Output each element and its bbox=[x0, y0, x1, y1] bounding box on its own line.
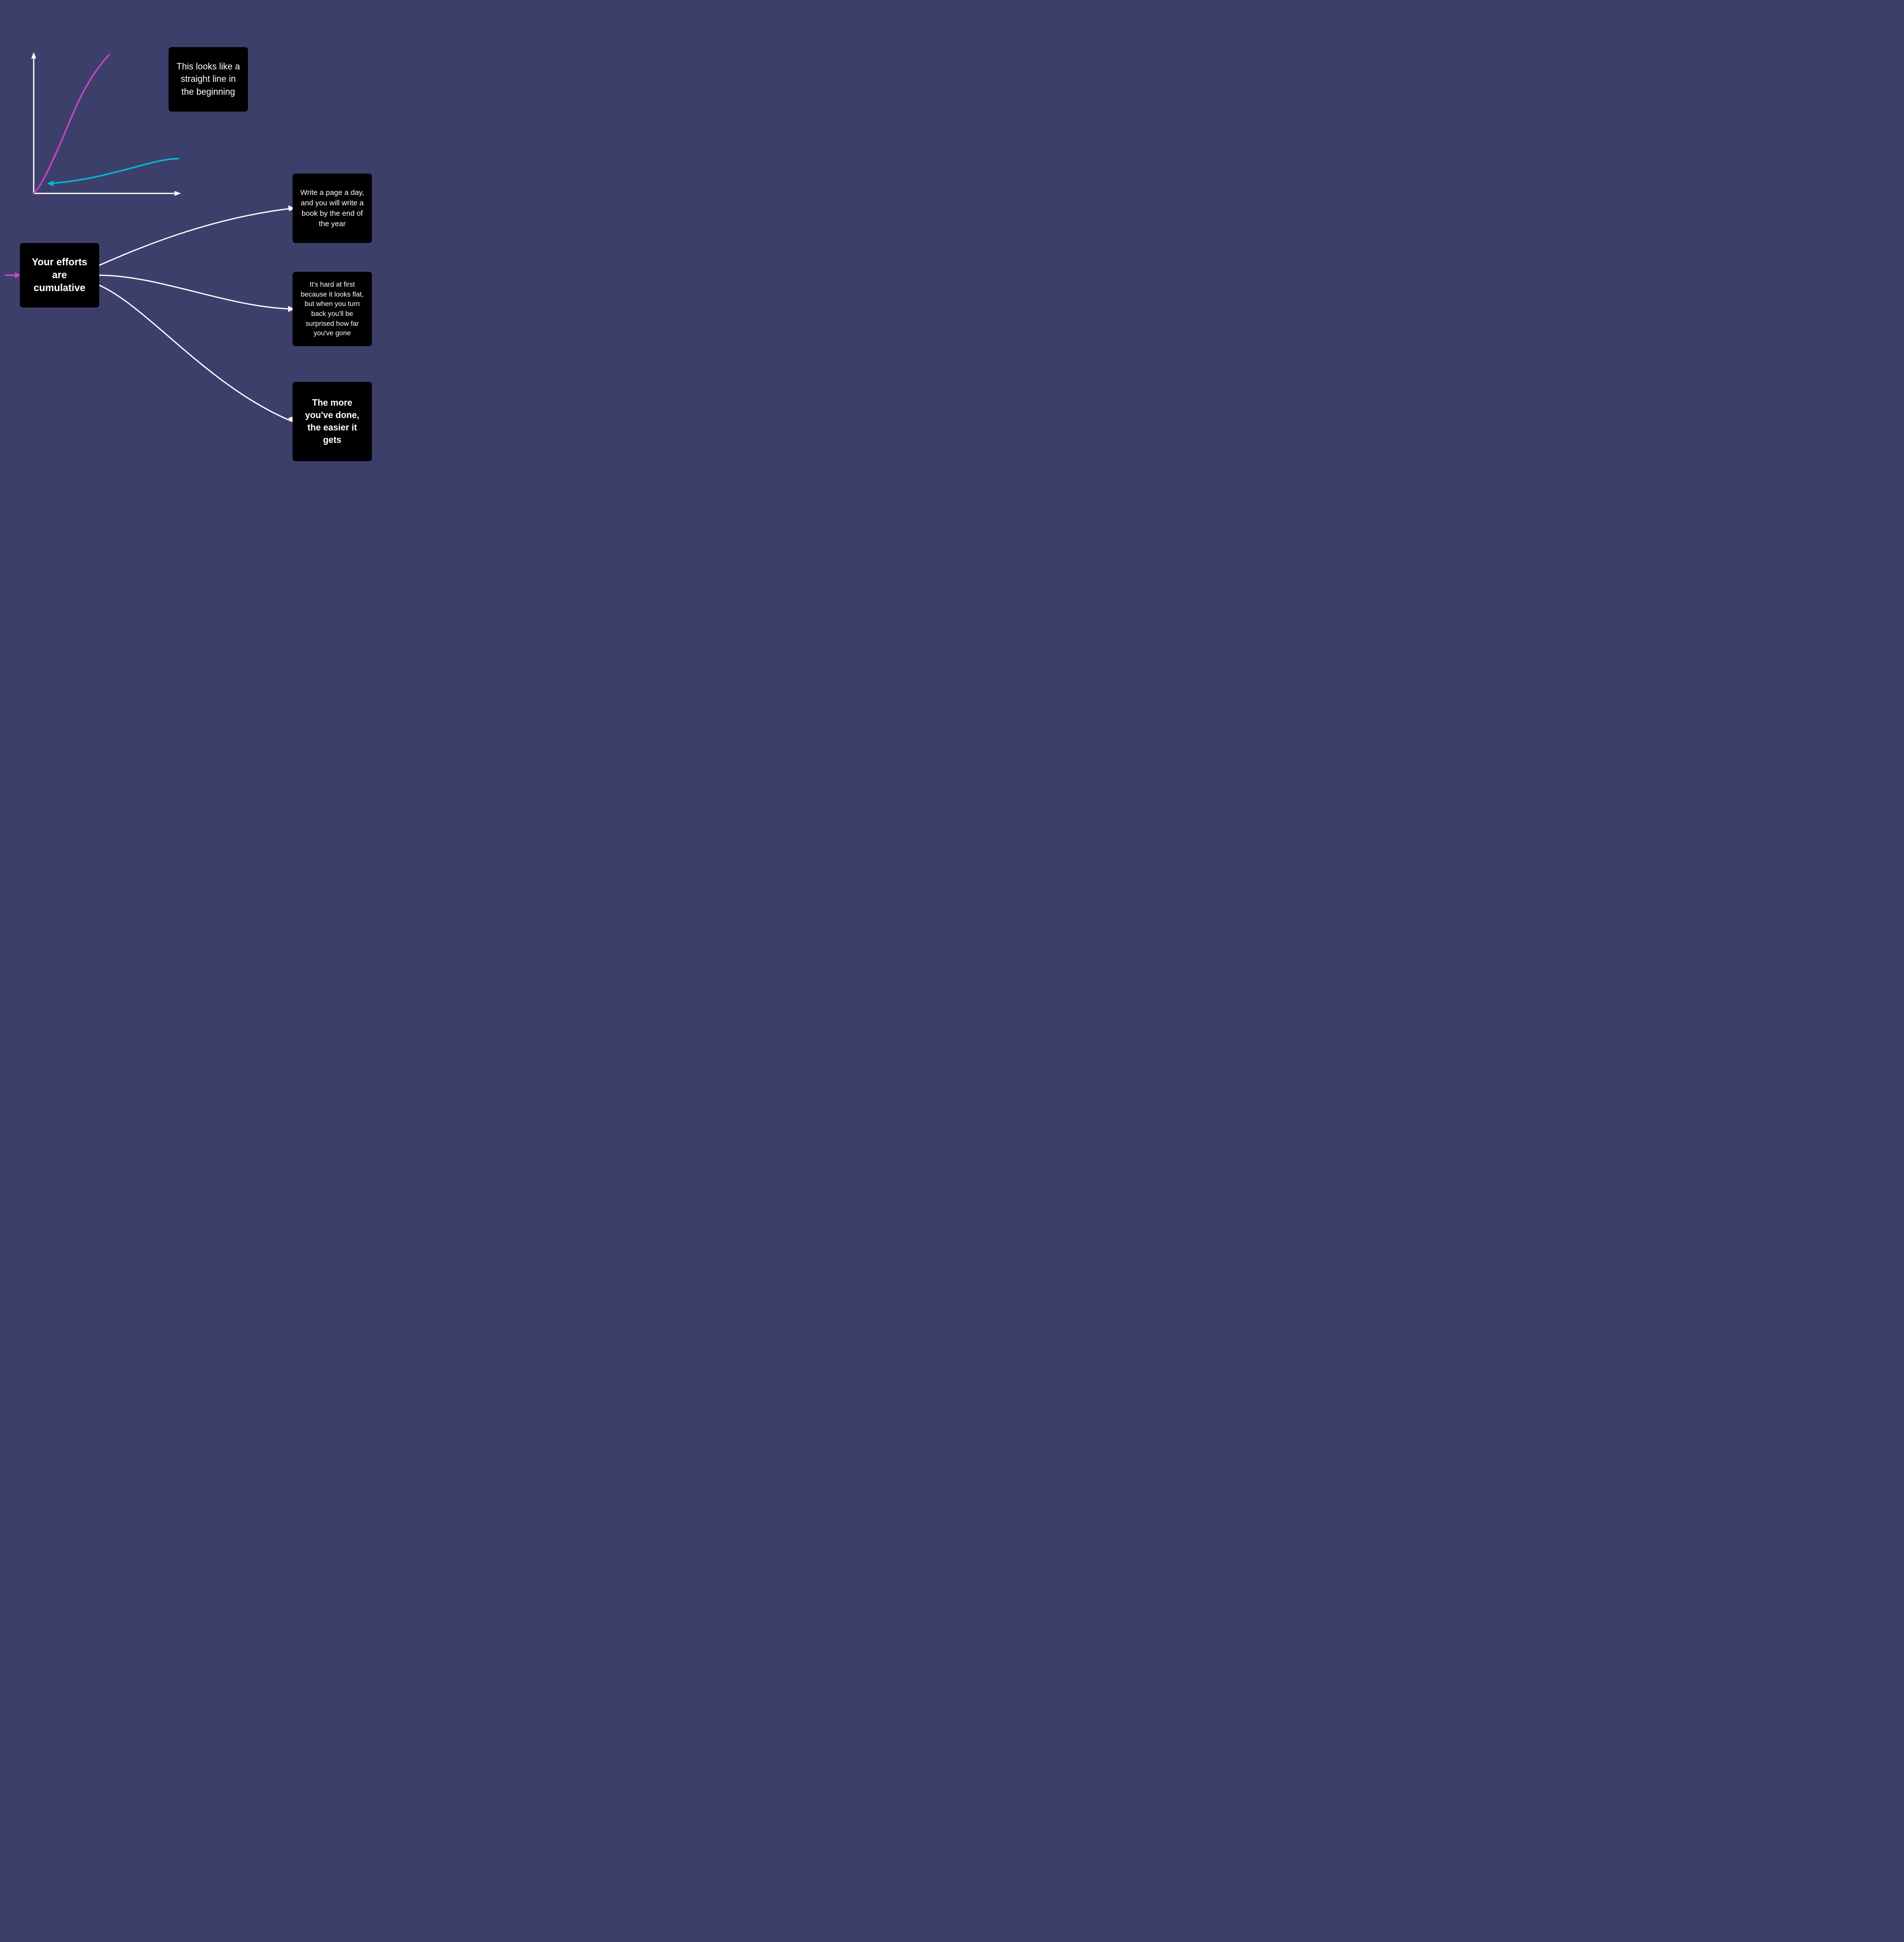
hard-first-text: It's hard at first because it looks flat… bbox=[298, 280, 366, 338]
easier-card: The more you've done, the easier it gets bbox=[293, 382, 372, 461]
write-page-card: Write a page a day, and you will write a… bbox=[293, 174, 372, 243]
hard-first-card: It's hard at first because it looks flat… bbox=[293, 272, 372, 346]
cumulative-card: Your efforts are cumulative bbox=[20, 243, 99, 307]
straight-line-card: This looks like a straight line in the b… bbox=[169, 47, 248, 112]
cumulative-text: Your efforts are cumulative bbox=[26, 256, 93, 295]
easier-text: The more you've done, the easier it gets bbox=[298, 397, 366, 447]
write-page-text: Write a page a day, and you will write a… bbox=[298, 187, 366, 229]
straight-line-text: This looks like a straight line in the b… bbox=[175, 61, 242, 98]
